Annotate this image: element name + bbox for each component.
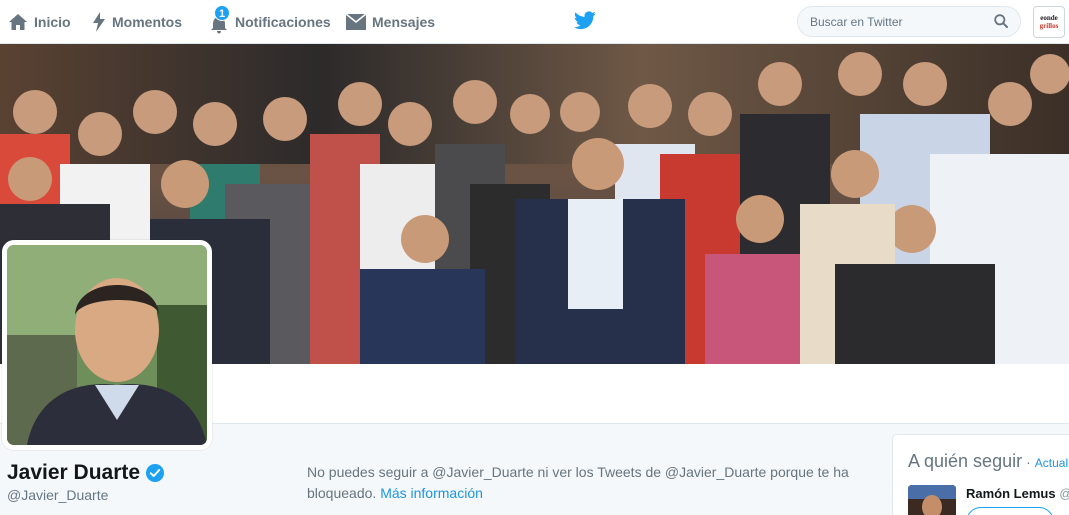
nav-notifications[interactable]: 1 Notificaciones <box>209 0 331 44</box>
profile-avatar-image <box>7 245 207 445</box>
account-avatar-line1: eonde <box>1040 14 1058 22</box>
nav-notifications-label: Notificaciones <box>235 14 331 30</box>
suggestion-avatar[interactable] <box>908 485 956 515</box>
who-to-follow-separator: · <box>1026 454 1031 470</box>
nav-moments-label: Momentos <box>112 14 182 30</box>
nav-messages[interactable]: Mensajes <box>346 0 435 44</box>
verified-badge-icon <box>146 464 165 482</box>
who-to-follow-module: A quién seguir· Actualiz Ramón Lemus @ <box>892 434 1069 515</box>
nav-home[interactable]: Inicio <box>8 0 71 44</box>
lightning-icon <box>93 12 105 32</box>
search-input[interactable] <box>810 7 990 36</box>
profile-name-row: Javier Duarte <box>7 461 165 485</box>
learn-more-link[interactable]: Más información <box>380 485 483 501</box>
account-avatar[interactable]: eonde grillos <box>1033 6 1065 38</box>
search-box <box>797 6 1021 37</box>
notifications-count-badge: 1 <box>214 5 231 21</box>
refresh-suggestions-link[interactable]: Actualiz <box>1035 456 1069 470</box>
account-avatar-line2: grillos <box>1039 22 1059 30</box>
home-icon <box>9 14 27 30</box>
nav-home-label: Inicio <box>34 14 71 30</box>
suggestion-avatar-image <box>908 485 956 515</box>
profile-name[interactable]: Javier Duarte <box>7 461 140 485</box>
suggestion-name: Ramón Lemus <box>966 486 1056 501</box>
profile-avatar[interactable] <box>2 240 212 450</box>
profile-handle[interactable]: @Javier_Duarte <box>7 487 108 503</box>
blocked-notice: No puedes seguir a @Javier_Duarte ni ver… <box>307 462 867 504</box>
suggestion-name-row[interactable]: Ramón Lemus @ <box>966 486 1069 501</box>
suggestion-handle: @ <box>1059 486 1069 501</box>
nav-moments[interactable]: Momentos <box>92 0 182 44</box>
nav-messages-label: Mensajes <box>372 14 436 30</box>
who-to-follow-header: A quién seguir· Actualiz <box>908 451 1069 472</box>
follow-button[interactable] <box>966 507 1054 515</box>
envelope-icon <box>346 14 366 30</box>
who-to-follow-title: A quién seguir <box>908 451 1023 471</box>
search-icon[interactable] <box>994 14 1008 28</box>
twitter-bird-icon[interactable] <box>574 11 596 30</box>
top-navigation-bar: Inicio Momentos 1 Notificaciones Mensaje… <box>0 0 1069 44</box>
